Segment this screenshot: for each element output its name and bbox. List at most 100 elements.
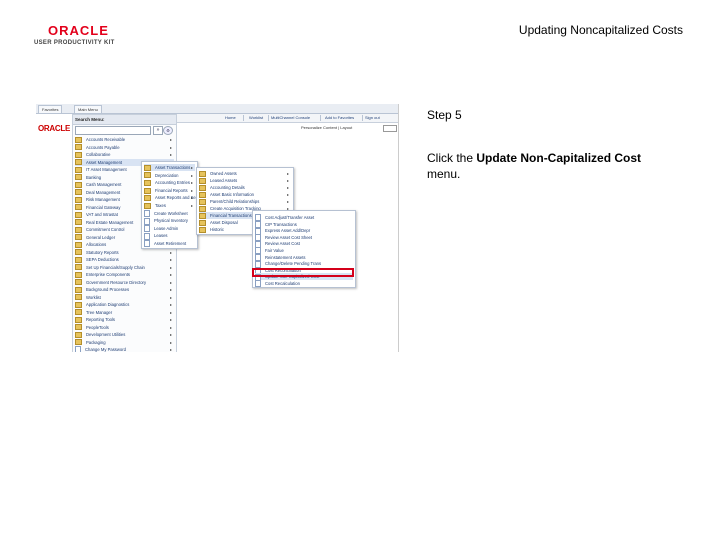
asset-menu-item-taxes[interactable]: Taxes ▸ (144, 202, 195, 209)
main-menu-item-collaborative[interactable]: Collaborative ▸ (75, 151, 174, 158)
nav-separator (320, 115, 321, 121)
main-menu-item-background-processes[interactable]: Background Processes ▸ (75, 286, 174, 293)
menu-search-input[interactable] (75, 126, 151, 135)
menu-item-label: General Ledger (86, 234, 116, 240)
folder-icon (75, 196, 82, 203)
trans-menu-item-asset-basic-information[interactable]: Asset Basic Information ▸ (199, 191, 291, 198)
page-icon (144, 240, 150, 248)
personalize-box[interactable] (383, 125, 397, 132)
folder-icon (75, 316, 82, 323)
folder-icon (75, 189, 82, 196)
main-menu-item-development-utilities[interactable]: Development Utilities ▸ (75, 331, 174, 338)
asset-menu-item-leases[interactable]: Leases (144, 232, 195, 240)
folder-icon (75, 331, 82, 338)
asset-menu-item-accounting-entries[interactable]: Accounting Entries ▸ (144, 179, 195, 187)
page-icon (255, 280, 261, 288)
nav-worklist[interactable]: Worklist (249, 114, 263, 122)
main-menu-item-enterprise-components[interactable]: Enterprise Components ▸ (75, 271, 174, 278)
main-menu-item-accounts-payable[interactable]: Accounts Payable ▸ (75, 144, 174, 151)
main-menu-item-application-diagnostics[interactable]: Application Diagnostics ▸ (75, 301, 174, 308)
content-toolbar: Personalize Content | Layout (175, 124, 398, 132)
advanced-search-icon[interactable]: ⚙ (163, 126, 173, 135)
submenu-arrow-icon: ▸ (169, 317, 172, 322)
folder-icon (144, 172, 151, 179)
asset-menu-item-lease-admin[interactable]: Lease Admin (144, 225, 195, 233)
tab-main-menu[interactable]: Main Menu (74, 105, 102, 113)
menu-item-label: Change/Delete Pending Trans (265, 261, 322, 267)
tab-favorites[interactable]: Favorites (38, 105, 63, 113)
trans-menu-item-parent-child-relationships[interactable]: Parent/Child Relationships ▸ (199, 198, 291, 205)
folder-icon (75, 241, 82, 248)
trans-menu-item-leased-assets[interactable]: Leased Assets ▸ (199, 177, 291, 184)
search-go-button[interactable]: » (153, 126, 163, 135)
nav-multichannel[interactable]: MultiChannel Console (271, 114, 310, 122)
menu-item-label: Parent/Child Relationships (210, 199, 260, 204)
menu-item-label: Change My Password (85, 347, 126, 352)
menu-item-label: Create Worksheet (154, 210, 188, 216)
logo-brand: ORACLE (48, 23, 109, 38)
trans-menu-item-owned-assets[interactable]: Owned Assets ▸ (199, 170, 291, 177)
folder-icon (75, 309, 82, 316)
submenu-arrow-icon: ▸ (190, 203, 193, 208)
main-menu-item-statutory-reports[interactable]: Statutory Reports ▸ (75, 249, 174, 256)
folder-icon (75, 286, 82, 293)
folder-icon (75, 144, 82, 151)
submenu-arrow-icon: ▸ (169, 294, 172, 300)
main-menu-item-sepa-deductions[interactable]: SEPA Deductions ▸ (75, 256, 174, 263)
nav-home[interactable]: Home (225, 114, 236, 122)
submenu-arrow-icon: ▸ (169, 339, 172, 345)
folder-icon (75, 234, 82, 241)
asset-menu-item-physical-inventory[interactable]: Physical Inventory (144, 217, 195, 225)
main-menu-item-reporting-tools[interactable]: Reporting Tools ▸ (75, 316, 174, 323)
main-menu-item-government-resource-directory[interactable]: Government Resource Directory ▸ (75, 279, 174, 286)
nav-bar: Home Worklist MultiChannel Console Add t… (175, 114, 398, 123)
asset-menu-item-depreciation[interactable]: Depreciation ▸ (144, 172, 195, 179)
nav-separator (268, 115, 269, 121)
asset-menu-item-create-worksheet[interactable]: Create Worksheet (144, 209, 195, 217)
asset-menu-item-asset-reports-and-search[interactable]: Asset Reports and Search ▸ (144, 194, 204, 202)
main-menu-item-tree-manager[interactable]: Tree Manager ▸ (75, 309, 174, 316)
page-title: Updating Noncapitalized Costs (518, 23, 683, 37)
asset-menu-item-asset-transactions[interactable]: Asset Transactions ▸ (144, 164, 195, 171)
menu-item-label: Tree Manager (86, 309, 113, 315)
menu-item-label: Real Estate Management (86, 219, 134, 225)
asset-menu-item-asset-retirement[interactable]: Asset Retirement (144, 240, 195, 248)
menu-item-label: Statutory Reports (86, 249, 119, 255)
folder-icon (75, 219, 82, 226)
personalize-link[interactable]: Personalize Content | Layout (301, 124, 352, 132)
menu-item-label: Review Asset Cost (265, 241, 300, 247)
menu-item-label: VAT and Intrastat (86, 212, 118, 217)
submenu-arrow-icon: ▸ (169, 287, 172, 292)
folder-icon (199, 205, 206, 212)
menu-item-label: Lease Admin (154, 225, 179, 231)
submenu-arrow-icon: ▸ (190, 180, 193, 186)
folder-icon (75, 271, 82, 278)
main-menu-item-packaging[interactable]: Packaging ▸ (75, 339, 174, 346)
menu-item-label: Physical Inventory (154, 218, 188, 224)
submenu-arrow-icon: ▸ (169, 144, 172, 150)
nav-separator (362, 115, 363, 121)
menu-item-label: Asset Disposal (210, 220, 238, 225)
menu-item-label: Taxes (155, 203, 166, 208)
main-menu-item-worklist[interactable]: Worklist ▸ (75, 294, 174, 301)
fin-menu-item-cost-recalculation[interactable]: Cost Recalculation (255, 280, 353, 288)
trans-menu-item-accounting-details[interactable]: Accounting Details ▸ (199, 184, 291, 191)
main-menu-item-set-up-financials-supply-chain[interactable]: Set Up Financials/Supply Chain ▸ (75, 264, 174, 271)
folder-icon (75, 136, 82, 143)
submenu-arrow-icon: ▸ (169, 324, 172, 330)
nav-sign-out[interactable]: Sign out (365, 114, 380, 122)
main-menu-item-change-my-password[interactable]: Change My Password ▸ (75, 346, 174, 352)
folder-icon (199, 184, 206, 191)
folder-icon (75, 249, 82, 256)
instruction-prefix: Click the (427, 151, 477, 165)
main-menu-item-accounts-receivable[interactable]: Accounts Receivable ▸ (75, 136, 174, 143)
menu-item-label: Financial Gateway (86, 204, 121, 210)
folder-icon (75, 159, 82, 166)
menu-item-label: Asset Basic Information (210, 192, 254, 197)
folder-icon (75, 166, 82, 173)
asset-menu-item-financial-reports[interactable]: Financial Reports ▸ (144, 187, 195, 194)
main-menu-item-peopletools[interactable]: PeopleTools ▸ (75, 324, 174, 331)
menu-item-label: Depreciation (155, 172, 179, 178)
menu-item-label: Historic (210, 227, 224, 232)
nav-add-favorites[interactable]: Add to Favorites (325, 114, 354, 122)
